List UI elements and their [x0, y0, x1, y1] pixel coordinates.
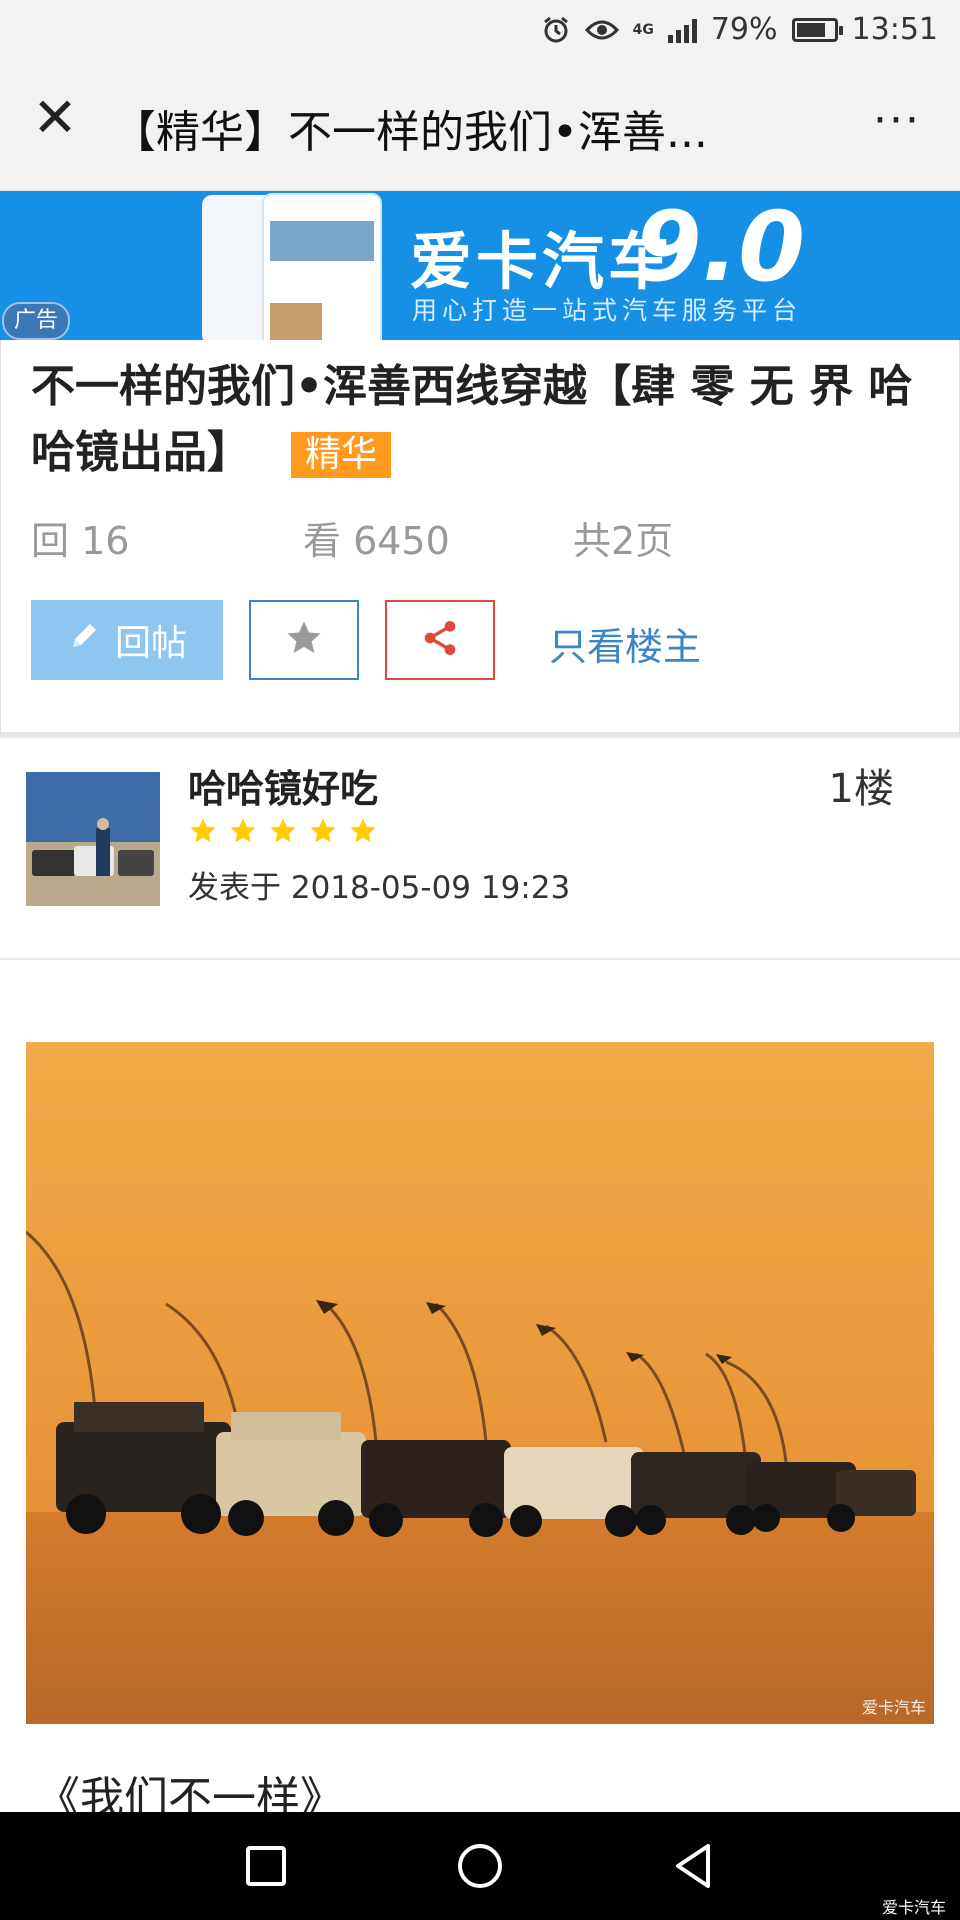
- share-icon: [420, 618, 460, 662]
- back-button[interactable]: [662, 1834, 726, 1898]
- pencil-icon: [67, 619, 101, 662]
- recent-apps-button[interactable]: [234, 1834, 298, 1898]
- system-nav-bar: 爱卡汽车: [0, 1812, 960, 1920]
- triangle-back-icon: [676, 1844, 710, 1888]
- battery-percent: 79%: [710, 12, 778, 47]
- ad-slogan: 用心打造一站式汽车服务平台: [412, 296, 803, 325]
- reply-label: 回帖: [114, 623, 187, 664]
- ad-banner[interactable]: 爱卡汽车 9.0 用心打造一站式汽车服务平台: [0, 191, 960, 340]
- close-icon: ✕: [32, 85, 78, 149]
- essence-badge: 精华: [291, 432, 392, 478]
- star-icon: [350, 818, 376, 843]
- ad-version: 9.0: [635, 191, 806, 303]
- battery-icon: [791, 17, 843, 42]
- post-title-text: 不一样的我们•浑善西线穿越【肆 零 无 界 哈哈镜出品】: [31, 361, 913, 478]
- more-button[interactable]: ···: [864, 90, 930, 150]
- ad-tag: 广告: [2, 302, 71, 340]
- page-title: 【精华】不一样的我们•浑善...: [112, 107, 708, 158]
- status-bar: 4G 79% 13:51: [0, 0, 960, 64]
- clock: 13:51: [851, 12, 938, 47]
- home-button[interactable]: [448, 1834, 512, 1898]
- view-count: 看 6450: [303, 519, 450, 563]
- eye-icon: [584, 18, 619, 42]
- only-op-link[interactable]: 只看楼主: [549, 616, 701, 671]
- post-time: 发表于 2018-05-09 19:23: [188, 870, 571, 906]
- circle-icon: [458, 1844, 502, 1888]
- rating-stars: [188, 816, 378, 846]
- post-header: 不一样的我们•浑善西线穿越【肆 零 无 界 哈哈镜出品】 精华 回 16 看 64…: [0, 340, 960, 738]
- floor-item: 哈哈镜好吃 1楼 发表于 2018-05-09 19:23: [0, 738, 960, 960]
- favorite-button[interactable]: [249, 600, 359, 680]
- alarm-icon: [541, 15, 571, 45]
- avatar[interactable]: [26, 772, 160, 906]
- author-name[interactable]: 哈哈镜好吃: [188, 758, 378, 813]
- floor-number: 1楼: [828, 766, 894, 812]
- star-icon: [230, 818, 256, 843]
- star-icon: [270, 818, 296, 843]
- reply-button[interactable]: 回帖: [31, 600, 223, 680]
- star-icon: [190, 818, 216, 843]
- star-icon: [284, 618, 324, 662]
- more-icon: ···: [873, 94, 921, 146]
- battery-fill: [796, 22, 825, 37]
- status-icons: 4G 79% 13:51: [541, 12, 938, 47]
- close-button[interactable]: ✕: [22, 84, 88, 150]
- share-button[interactable]: [385, 600, 495, 680]
- reply-count: 回 16: [31, 519, 130, 563]
- photo-watermark: 爱卡汽车: [861, 1698, 926, 1717]
- nav-bar: ✕ 【精华】不一样的我们•浑善... ···: [0, 64, 960, 191]
- square-icon: [246, 1846, 286, 1886]
- network-type: 4G: [632, 21, 654, 38]
- post-title: 不一样的我们•浑善西线穿越【肆 零 无 界 哈哈镜出品】 精华: [31, 354, 931, 486]
- signal-icon: [667, 17, 697, 43]
- watermark: 爱卡汽车: [881, 1898, 946, 1917]
- phone-mockup-image: [262, 193, 382, 340]
- page-count: 共2页: [573, 519, 674, 563]
- star-icon: [310, 818, 336, 843]
- post-photo[interactable]: 爱卡汽车: [26, 1042, 934, 1724]
